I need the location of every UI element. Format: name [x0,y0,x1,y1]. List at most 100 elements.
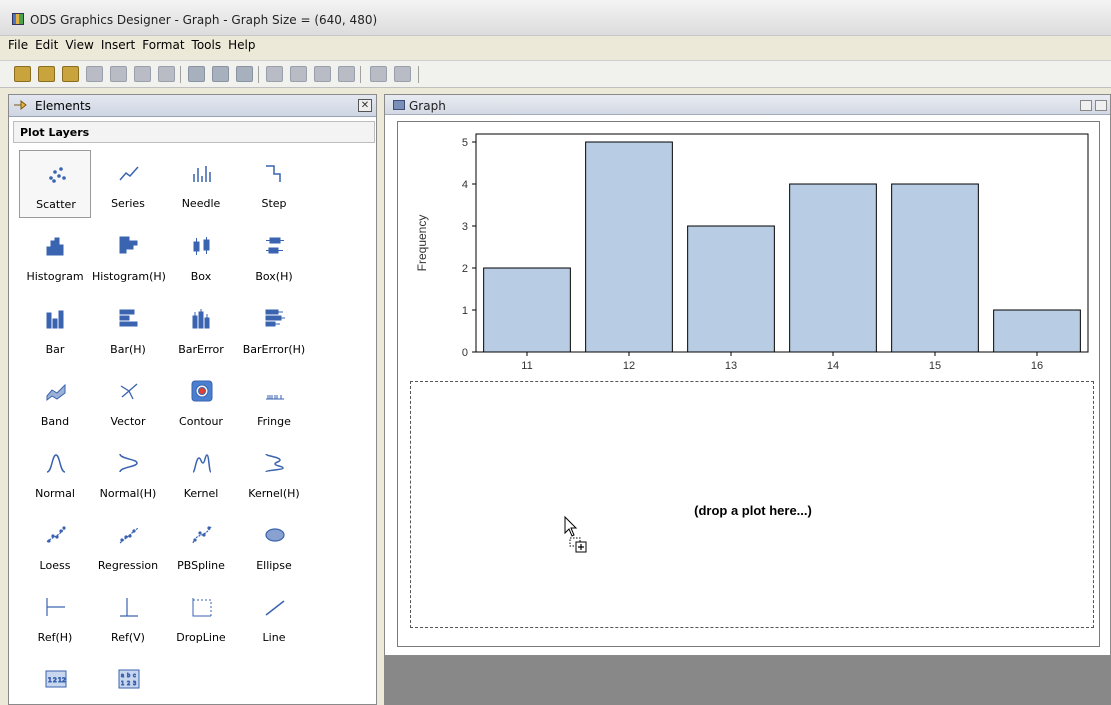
elements-panel: Elements ✕ Plot Layers Scatter Series Need… [8,94,377,705]
bar-15 [891,183,979,353]
plot-layer-kernel[interactable]: Kernel [165,440,237,508]
needle-icon [193,166,211,182]
plot-layer-vector[interactable]: Vector [92,368,164,436]
scatter-icon [49,167,66,183]
open-folder-icon[interactable] [62,66,79,82]
bar-icon [46,310,64,329]
elements-panel-header: Elements ✕ [9,95,376,117]
plot-layer-dropline[interactable]: DropLine [165,584,237,652]
toolbar-separator [418,66,419,83]
open-gallery-icon[interactable] [38,66,55,82]
close-icon[interactable]: ✕ [358,99,372,112]
elements-panel-title: Elements [35,99,91,113]
plot-layer-barerrorh[interactable]: BarError(H) [238,296,310,364]
plot-layer-refh[interactable]: Ref(H) [19,584,91,652]
plot-layer-box[interactable]: Box [165,223,237,291]
plot-layer-normal[interactable]: Normal [19,440,91,508]
plot-layer-needle[interactable]: Needle [165,150,237,218]
menu-edit[interactable]: Edit [35,38,58,56]
plot-layer-pbspline[interactable]: PBSpline [165,512,237,580]
line-icon [265,600,285,616]
bar-chart[interactable]: 111213141516012345AgeFrequency [410,130,1100,378]
plot-layer-step[interactable]: Step [238,150,310,218]
undo-icon[interactable] [188,66,205,82]
plot-layer-stackblock[interactable]: abc123StackBlock [92,656,164,705]
plot-layer-regression[interactable]: Regression [92,512,164,580]
save-as-icon[interactable] [110,66,127,82]
plot-layer-label: Vector [110,415,146,428]
svg-text:2: 2 [53,677,57,684]
new-graph-icon[interactable] [14,66,31,82]
copy-icon[interactable] [236,66,253,82]
series-icon [119,166,139,181]
menu-file[interactable]: File [8,38,28,56]
x-tick-label: 15 [929,360,941,372]
redo-icon[interactable] [212,66,229,82]
chart-svg: 111213141516012345AgeFrequency [415,133,1089,372]
plot-layer-label: Box [190,270,212,283]
style-icon[interactable] [314,66,331,82]
plot-layer-ellipse[interactable]: Ellipse [238,512,310,580]
plot-layer-label: Ellipse [256,559,292,572]
plot-layer-label: Regression [97,559,159,572]
plot-layer-barh[interactable]: Bar(H) [92,296,164,364]
minimize-icon[interactable] [1080,100,1092,111]
drag-cursor-icon [564,515,587,553]
graph-window: Graph 111213141516012345AgeFrequency (dr… [384,94,1111,656]
plot-layer-barerror[interactable]: BarError [165,296,237,364]
window-title: ODS Graphics Designer - Graph - Graph Si… [30,13,378,27]
plot-layer-label: DropLine [176,631,226,644]
plot-layer-bar[interactable]: Bar [19,296,91,364]
bar-13 [687,225,775,353]
properties-icon[interactable] [290,66,307,82]
menu-insert[interactable]: Insert [101,38,135,56]
title-bar: ODS Graphics Designer - Graph - Graph Si… [0,0,1111,36]
code-icon[interactable] [370,66,387,82]
plot-layer-label: Step [261,197,287,210]
print-preview-icon[interactable] [158,66,175,82]
toolbar-separator [360,66,361,83]
plot-layer-band[interactable]: Band [19,368,91,436]
step-icon [266,165,281,182]
plot-layers-header[interactable]: Plot Layers [13,121,375,143]
layout-icon[interactable] [266,66,283,82]
band-icon [46,383,66,402]
plot-layer-block[interactable]: 1212Block [19,656,91,705]
data-icon[interactable] [338,66,355,82]
plot-layer-fringe[interactable]: Fringe [238,368,310,436]
plot-layer-series[interactable]: Series [92,150,164,218]
menu-help[interactable]: Help [228,38,255,56]
pbspline-icon [192,526,212,544]
plot-layer-refv[interactable]: Ref(V) [92,584,164,652]
plot-layer-histogram[interactable]: Histogram [19,223,91,291]
maximize-icon[interactable] [1095,100,1107,111]
menu-format[interactable]: Format [142,38,184,56]
plot-layer-label: Fringe [257,415,291,428]
drop-zone[interactable]: (drop a plot here...) [410,381,1094,628]
plot-layers-label: Plot Layers [20,126,90,139]
plot-layer-contour[interactable]: Contour [165,368,237,436]
svg-text:3: 3 [133,681,136,687]
plot-layer-scatter[interactable]: Scatter [19,150,91,218]
save-icon[interactable] [86,66,103,82]
app-icon [12,13,24,25]
graph-canvas[interactable]: 111213141516012345AgeFrequency (drop a p… [397,121,1100,647]
kernel-h-icon [265,453,284,473]
y-tick-label: 1 [462,305,468,317]
plot-layer-loess[interactable]: Loess [19,512,91,580]
menu-view[interactable]: View [65,38,93,56]
plot-layer-boxh[interactable]: Box(H) [238,223,310,291]
x-tick-label: 16 [1031,360,1043,372]
plot-layer-line[interactable]: Line [238,584,310,652]
y-tick-label: 3 [462,221,468,233]
menu-tools[interactable]: Tools [192,38,222,56]
elements-icon [14,99,27,111]
box-h-icon [266,237,284,254]
print-icon[interactable] [134,66,151,82]
plot-layer-histogramh[interactable]: Histogram(H) [92,223,166,291]
plot-layer-normalh[interactable]: Normal(H) [92,440,164,508]
plot-layer-kernelh[interactable]: Kernel(H) [238,440,310,508]
run-icon[interactable] [394,66,411,82]
block-icon: 1212 [45,670,67,688]
plot-layer-label: Bar [45,343,65,356]
